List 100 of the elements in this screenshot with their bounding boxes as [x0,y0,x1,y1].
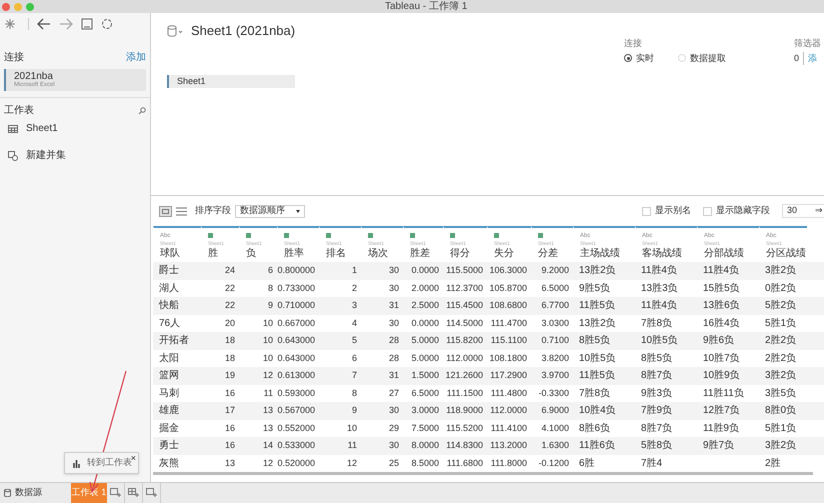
number-type-icon [538,233,543,238]
table-cell: 掘金 [159,422,179,434]
table-cell: 10胜7负 [703,352,740,364]
number-type-icon [450,233,455,238]
table-cell: 8胜0负 [765,405,796,416]
list-view-icon[interactable] [176,206,187,216]
add-link[interactable]: 添 [808,52,818,65]
table-cell: 11 [348,440,357,450]
new-story-button[interactable] [143,483,161,503]
table-cell: 13胜6负 [703,300,740,312]
table-cell: 111.8000 [490,458,527,468]
database-icon [4,489,11,497]
column-name: 分区战绩 [766,248,807,260]
number-type-icon [246,233,251,238]
caret-icon [296,210,300,212]
datasource-tab[interactable]: 数据源 [0,483,71,503]
table-cell: 16胜4负 [703,318,740,329]
table-cell: 9胜6负 [703,335,734,346]
table-cell: 8胜5负 [579,335,610,346]
close-button[interactable]: × [130,452,136,466]
table-cell: 24 [224,265,235,275]
table-cell: 3胜2负 [765,265,796,276]
checkbox[interactable] [642,206,651,216]
new-union-item[interactable]: 新建并集 [0,148,150,163]
table-cell: 22 [224,300,235,310]
column-name: 失分 [494,248,515,260]
table-cell: 6.5000 [411,388,439,398]
save-icon[interactable] [81,18,93,30]
radio-option[interactable]: 数据提取 [678,52,726,65]
new-dashboard-button[interactable] [125,483,143,503]
number-type-icon [368,233,373,238]
table-cell: 121.2600 [445,370,483,380]
table-cell: 30 [388,265,399,275]
table-cell: 1.6300 [541,440,569,450]
table-cell: 10 [262,318,273,328]
database-icon[interactable] [167,24,183,37]
table-cell: 0.0000 [411,318,439,328]
table-cell: 9胜7负 [703,440,734,452]
table-cell: 12 [262,370,273,380]
table-cell: 3.0000 [411,405,439,415]
table-cell: 5胜8负 [641,440,672,452]
table-cell: 8胜5负 [641,352,672,364]
table-cell: 0.667000 [277,318,315,328]
table-cell: 0.710000 [277,300,315,310]
table-cell: 12 [346,458,357,468]
table-cell: 5.0000 [411,335,439,345]
checkbox[interactable] [703,206,712,216]
column-name: 胜差 [410,248,431,260]
table-cell: 太阳 [159,352,179,364]
close-icon[interactable] [2,2,10,10]
table-cell: 113.2000 [490,440,527,450]
radio-option[interactable]: 实时 [624,52,654,65]
table-cell: 0.0000 [411,265,439,275]
table-cell: 9 [268,300,273,310]
table-cell: 30 [388,405,399,415]
column-name: 球队 [160,248,181,260]
rows-field[interactable]: 30 ⇒ [782,204,824,218]
table-cell: 16 [224,422,235,432]
checkbox-option[interactable]: 显示别名 [642,204,691,218]
new-sheet-button[interactable] [107,483,125,503]
column-name: 排名 [326,248,347,260]
table-cell: 2胜2负 [765,352,796,364]
forward-icon[interactable] [59,18,73,30]
grid-view-icon[interactable] [159,206,172,216]
table-cell: 25 [388,458,399,468]
number-type-icon [410,233,415,238]
column-name: 主场战绩 [580,248,621,260]
table-cell: 112.0000 [446,352,483,362]
datasource-title[interactable]: Sheet1 (2021nba) [191,21,296,40]
sort-dropdown[interactable]: 数据源顺序 [235,204,305,218]
table-cell: 13 [224,458,235,468]
table-cell: 0.643000 [277,352,315,362]
sheet-item[interactable]: Sheet1 [0,121,150,136]
table-cell: 9.2000 [541,265,569,275]
add-link[interactable]: 添加 [126,50,146,65]
table-cell: 112.3700 [446,282,483,292]
table-cell: 7胜9负 [641,405,672,416]
table-cell: 7胜8负 [579,388,610,399]
table-cell: 12胜7负 [703,405,740,416]
search-icon[interactable] [138,106,146,114]
table-cell: 开拓者 [159,335,189,346]
table-cell: 8.5000 [411,458,439,468]
number-type-icon [326,233,331,238]
refresh-icon[interactable] [101,18,113,30]
checkbox-option[interactable]: 显示隐藏字段 [703,204,770,218]
table-cell: 115.4500 [446,300,483,310]
table-cell: 13 [262,405,273,415]
table-cell: 11胜9负 [703,422,739,434]
canvas-table[interactable]: Sheet1 [167,74,295,88]
table-cell: 9胜3负 [641,388,672,399]
table-cell: 爵士 [159,265,179,276]
table-cell: 1.5000 [411,370,439,380]
table-cell: 3 [352,300,357,310]
table-cell: 灰熊 [159,458,179,469]
table-cell: 115.5200 [446,422,483,432]
table-cell: 10 [346,422,357,432]
table-cell: 5胜2负 [765,300,796,312]
filters-count: 0 [794,52,800,64]
radio-icon[interactable] [624,54,632,62]
back-icon[interactable] [37,18,51,30]
